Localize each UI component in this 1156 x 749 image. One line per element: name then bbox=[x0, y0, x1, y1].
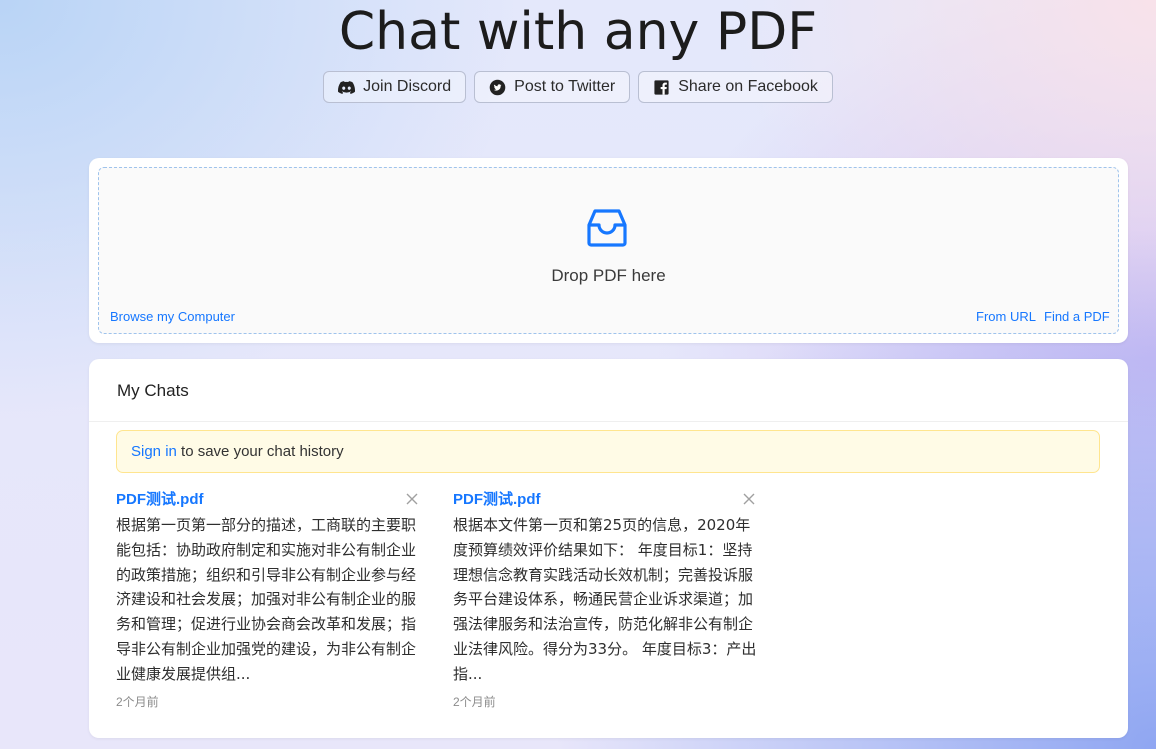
discord-icon bbox=[338, 79, 356, 96]
share-buttons: Join Discord Post to Twitter Share on Fa… bbox=[0, 71, 1156, 103]
upload-card: Drop PDF here Browse my Computer From UR… bbox=[89, 158, 1128, 343]
chat-item-name[interactable]: PDF测试.pdf bbox=[453, 489, 763, 513]
drop-pdf-text: Drop PDF here bbox=[551, 266, 666, 285]
sign-in-notice-text: to save your chat history bbox=[176, 443, 344, 460]
close-icon[interactable] bbox=[404, 491, 420, 507]
chat-item[interactable]: PDF测试.pdf 根据第一页第一部分的描述，工商联的主要职能包括：协助政府制定… bbox=[116, 489, 426, 710]
chat-item[interactable]: PDF测试.pdf 根据本文件第一页和第25页的信息，2020年度预算绩效评价结… bbox=[453, 489, 763, 710]
my-chats-card: My Chats Sign in to save your chat histo… bbox=[89, 359, 1128, 738]
find-pdf-link[interactable]: Find a PDF bbox=[1044, 309, 1110, 324]
page-title: Chat with any PDF bbox=[338, 2, 818, 62]
chat-item-name[interactable]: PDF测试.pdf bbox=[116, 489, 426, 513]
sign-in-notice: Sign in to save your chat history bbox=[116, 430, 1100, 473]
share-on-facebook-label: Share on Facebook bbox=[678, 78, 818, 95]
join-discord-button[interactable]: Join Discord bbox=[323, 71, 467, 103]
post-to-twitter-label: Post to Twitter bbox=[514, 78, 616, 95]
join-discord-label: Join Discord bbox=[363, 78, 452, 95]
close-icon[interactable] bbox=[741, 491, 757, 507]
chat-item-summary: 根据第一页第一部分的描述，工商联的主要职能包括：协助政府制定和实施对非公有制企业… bbox=[116, 516, 417, 683]
browse-computer-link[interactable]: Browse my Computer bbox=[110, 309, 235, 324]
from-url-link[interactable]: From URL bbox=[976, 309, 1036, 324]
inbox-icon bbox=[586, 208, 628, 248]
chat-item-time: 2个月前 bbox=[453, 694, 496, 709]
facebook-icon bbox=[653, 79, 670, 96]
sign-in-link[interactable]: Sign in bbox=[131, 443, 177, 460]
my-chats-heading: My Chats bbox=[89, 359, 1128, 422]
post-to-twitter-button[interactable]: Post to Twitter bbox=[474, 71, 631, 103]
twitter-icon bbox=[489, 79, 506, 96]
chat-item-time: 2个月前 bbox=[116, 694, 159, 709]
pdf-dropzone[interactable]: Drop PDF here Browse my Computer From UR… bbox=[98, 167, 1119, 334]
share-on-facebook-button[interactable]: Share on Facebook bbox=[638, 71, 833, 103]
chat-item-summary: 根据本文件第一页和第25页的信息，2020年度预算绩效评价结果如下： 年度目标1… bbox=[453, 516, 757, 683]
